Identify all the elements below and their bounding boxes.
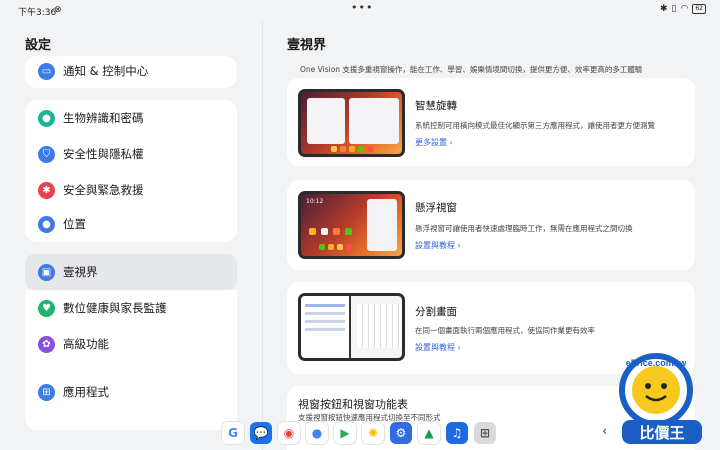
sidebar-item-label: 生物辨識和密碼 [63,111,144,125]
sidebar-item-label: 安全性與隱私權 [63,147,144,161]
settings-tutorial-link[interactable]: 設置與教程 › [415,342,461,353]
dock-app-music-icon[interactable]: ♫ [446,422,468,444]
smart-rotation-thumbnail [298,89,405,157]
sidebar-item-location[interactable]: ● 位置 [25,206,237,242]
settings-tutorial-link[interactable]: 設置與教程 › [415,240,461,251]
notifications-icon: ▭ [38,62,55,80]
lock-icon: ● [38,109,55,127]
floating-window-thumbnail: 10:12 [298,191,405,259]
dock-app-drive-icon[interactable]: ▲ [418,422,440,444]
bluetooth-icon: ✱ [660,4,668,14]
sidebar-item-label: 位置 [63,217,86,231]
card-title: 分割畫面 [415,306,457,318]
dock-app-assistant-icon[interactable]: ● [306,422,328,444]
emergency-icon: ✱ [38,181,55,199]
sidebar-item-biometrics[interactable]: ● 生物辨識和密碼 [25,100,237,136]
dock-app-play-store-icon[interactable]: ▶ [334,422,356,444]
card-smart-rotation[interactable]: 智慧旋轉 系統控制可用橫向模式最佳化顯示第三方應用程式，讓使用者更方便測覽 更多… [287,78,695,166]
sidebar-item-label: 安全與緊急救援 [63,183,144,197]
sidebar-item-one-vision[interactable]: ▣ 壹視界 [25,254,237,290]
dock-app-settings-icon[interactable]: ⚙ [390,422,412,444]
sidebar-item-advanced[interactable]: ✿ 高級功能 [25,326,237,362]
settings-group-1: ▭ 通知 & 控制中心 [25,56,237,88]
watermark-text-2: 比價王 [639,424,684,442]
page-description: One Vision 支援多重視窗操作，能在工作、學習、娛樂情境間切換，提供更方… [300,65,643,74]
sidebar-title: 設定 [25,38,52,53]
split-screen-thumbnail [298,293,405,361]
dock-app-google-icon[interactable]: G [222,422,244,444]
chevron-right-icon: › [457,343,461,352]
apps-grid-icon: ⊞ [38,383,55,401]
advanced-features-icon: ✿ [38,335,55,353]
status-bar: 下午3:36 ⊗ ••• ✱ ▯ ◠ 62 [0,0,720,20]
sidebar-item-label: 壹視界 [63,265,98,279]
card-description: 在同一個畫面執行兩個應用程式，使協同作業更有效率 [415,326,595,335]
card-title: 視窗按鈕和視窗功能表 [298,398,408,411]
vibrate-icon: ▯ [671,4,677,14]
eprice-watermark-logo: ePrice.com.tw 比價王 [619,353,702,444]
card-description: 懸浮視窗可讓使用者快速處理臨時工作，無需在應用程式之間切換 [415,224,633,233]
sidebar-item-security[interactable]: ⛉ 安全性與隱私權 [25,136,237,172]
dock-app-photos-icon[interactable]: ✺ [362,422,384,444]
wifi-icon: ◠ [680,4,689,14]
status-time: 下午3:36 [18,8,57,18]
wellbeing-icon: ♥ [38,299,55,317]
settings-group-4: ⊞ 應用程式 [25,374,237,430]
sidebar-item-emergency[interactable]: ✱ 安全與緊急救援 [25,172,237,208]
card-title: 智慧旋轉 [415,100,457,112]
card-title: 懸浮視窗 [415,202,457,214]
sidebar-item-label: 數位健康與家長監護 [63,301,167,315]
chevron-right-icon: › [457,241,461,250]
sidebar-item-label: 高級功能 [63,337,109,351]
app-dock: G 💬 ◉ ● ▶ ✺ ⚙ ▲ ♫ ⊞ [222,420,496,446]
dock-app-app-grid-icon[interactable]: ⊞ [474,422,496,444]
chevron-right-icon: › [449,138,453,147]
settings-sidebar: 設定 ▭ 通知 & 控制中心 ● 生物辨識和密碼 ⛉ 安全性與隱私權 ✱ 安全與… [0,20,262,450]
notification-icon: ⊗ [54,5,62,15]
location-pin-icon: ● [38,215,55,233]
card-description: 系統控制可用橫向模式最佳化顯示第三方應用程式，讓使用者更方便測覽 [415,121,655,130]
sidebar-item-label: 通知 & 控制中心 [63,64,149,78]
settings-group-2: ● 生物辨識和密碼 ⛉ 安全性與隱私權 ✱ 安全與緊急救援 ● 位置 [25,100,237,242]
thumbnail-clock: 10:12 [306,198,324,205]
shield-icon: ⛉ [38,145,55,163]
watermark-text-1: ePrice.com.tw [626,358,688,368]
sidebar-item-notifications[interactable]: ▭ 通知 & 控制中心 [25,53,237,89]
one-vision-icon: ▣ [38,263,55,281]
sidebar-item-apps[interactable]: ⊞ 應用程式 [25,374,237,410]
more-settings-link[interactable]: 更多設置 › [415,137,453,148]
back-nav-icon[interactable]: ‹ [602,424,607,439]
battery-icon: 62 [692,4,706,14]
sidebar-item-digital-wellbeing[interactable]: ♥ 數位健康與家長監護 [25,290,237,326]
more-dots-icon[interactable]: ••• [351,1,373,14]
dock-app-messages-icon[interactable]: 💬 [250,422,272,444]
dock-app-chrome-icon[interactable]: ◉ [278,422,300,444]
page-title: 壹視界 [287,38,327,53]
status-icons: ✱ ▯ ◠ 62 [660,4,706,14]
sidebar-item-label: 應用程式 [63,385,109,399]
card-floating-window[interactable]: 10:12 懸浮視窗 懸浮視窗可讓使用者快速處理臨時工作，無需在應用程式之間切換… [287,180,695,270]
